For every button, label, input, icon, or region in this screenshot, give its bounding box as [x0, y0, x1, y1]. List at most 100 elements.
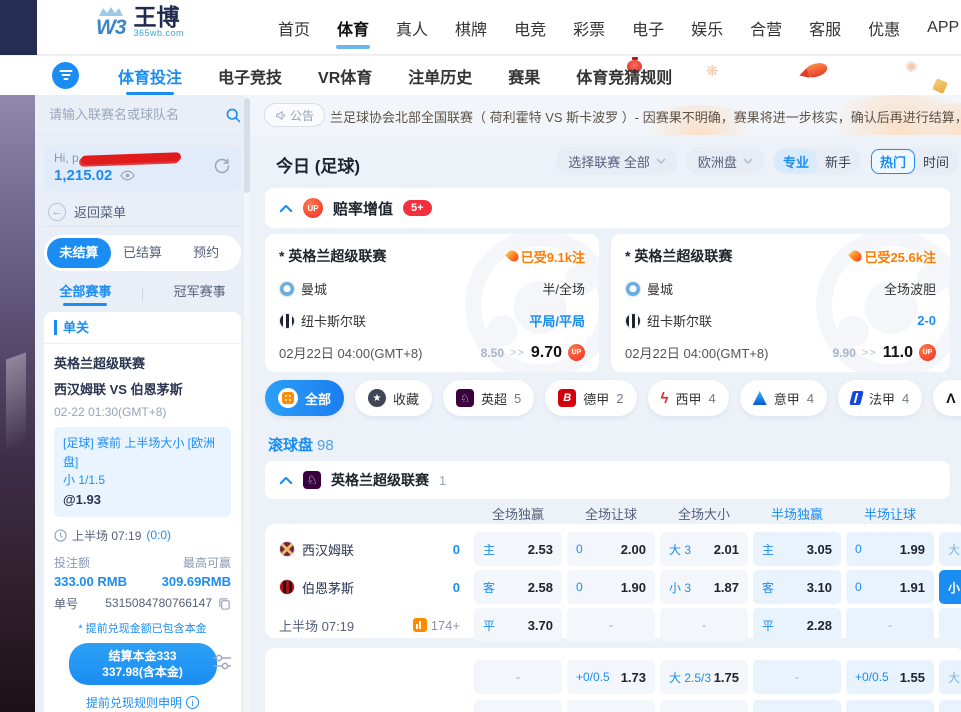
nav-home[interactable]: 首页: [278, 16, 310, 40]
league-pill-laliga[interactable]: ϟ 西甲 4: [648, 380, 729, 416]
nav-sports[interactable]: 体育: [337, 16, 369, 40]
ticket-selection: 小 1/1.5: [63, 471, 222, 490]
eye-icon[interactable]: [120, 170, 135, 181]
tab-settled[interactable]: 已结算: [111, 238, 175, 268]
refresh-icon[interactable]: [213, 157, 231, 175]
odds-cell[interactable]: 小 2.5/32.14: [660, 700, 748, 712]
col-full-handicap: 全场让球: [567, 504, 655, 523]
league-pill-epl[interactable]: ♘ 英超 5: [443, 380, 534, 416]
tab-reserved[interactable]: 预约: [174, 238, 238, 268]
league-pill-favorites[interactable]: ★ 收藏: [355, 380, 432, 416]
odds-cell[interactable]: +0/0.51.73: [567, 660, 655, 694]
betslip-sidebar: Hi, p 1,215.02 ← 返回菜单 未结算 已结算 预约 全部赛事: [35, 95, 250, 712]
odds-cell-selected[interactable]: 小: [939, 570, 961, 604]
odds-cell[interactable]: 客3.10: [753, 570, 841, 604]
boost-card-league: * 英格兰超级联赛: [279, 246, 386, 266]
tab-all-events[interactable]: 全部赛事: [59, 281, 111, 306]
announcement-text[interactable]: 兰足球协会北部全国联赛（ 荷利霍特 VS 斯卡波罗 ）- 因赛果不明确，赛果将进…: [330, 107, 961, 126]
sort-time[interactable]: 时间: [915, 150, 957, 173]
boost-card[interactable]: * 英格兰超级联赛 已受9.1k注 曼城 半/全场 纽卡斯尔联 平局/平局 02…: [265, 234, 599, 372]
league-pill-all[interactable]: 全部: [265, 380, 344, 416]
back-to-menu[interactable]: ← 返回菜单: [44, 197, 241, 227]
tab-unsettled[interactable]: 未结算: [47, 238, 111, 268]
a-league-icon: Λ: [946, 390, 955, 406]
league-select-dropdown[interactable]: 选择联赛 全部: [556, 147, 678, 175]
odds-cell[interactable]: 平3.70: [474, 608, 562, 642]
odds-cell[interactable]: 01.90: [567, 570, 655, 604]
odds-format-dropdown[interactable]: 欧洲盘: [686, 147, 765, 175]
league-pill-seriea[interactable]: 意甲 4: [740, 380, 827, 416]
odds-cell[interactable]: 平2.28: [753, 608, 841, 642]
user-balance-card: Hi, p 1,215.02: [44, 145, 241, 191]
site-logo[interactable]: W3 王博 365wb.com: [96, 5, 184, 39]
tab-champion-events[interactable]: 冠军赛事: [174, 281, 226, 306]
nav-chess[interactable]: 棋牌: [455, 16, 487, 40]
mode-novice[interactable]: 新手: [817, 150, 859, 173]
nav-live-casino[interactable]: 真人: [396, 16, 428, 40]
premier-league-icon: ♘: [303, 471, 321, 489]
league-pill-ligue1[interactable]: 法甲 4: [838, 380, 922, 416]
cashout-button[interactable]: 结算本金333 337.98(含本金): [69, 643, 217, 685]
odds-cell[interactable]: 小 31.87: [660, 570, 748, 604]
serie-a-icon: [753, 391, 767, 405]
odds-cell[interactable]: 主3.05: [753, 532, 841, 566]
stake-label: 投注额: [54, 554, 90, 571]
league-section-header[interactable]: ♘ 英格兰超级联赛 1: [265, 461, 950, 499]
in-play-link[interactable]: 滚球盘98: [268, 434, 334, 455]
mode-pro[interactable]: 专业: [775, 150, 817, 173]
table-row-alt: - -0/0.52.20 小 2.5/32.14 - -0/0.52.53 小: [265, 700, 961, 712]
odds-cell[interactable]: 01.91: [846, 570, 934, 604]
league-pill-aleague[interactable]: Λ 澳甲 2: [933, 380, 961, 416]
sidebar-scrollbar-track: [244, 95, 250, 712]
ticket-time: 02-22 01:30(GMT+8): [54, 405, 231, 419]
nav-slots[interactable]: 电子: [632, 16, 664, 40]
odds-cell[interactable]: 01.99: [846, 532, 934, 566]
odds-cell[interactable]: +0/0.51.55: [846, 660, 934, 694]
nav-app[interactable]: APP: [927, 19, 959, 37]
home-team-name: 西汉姆联: [302, 540, 354, 559]
odds-cell-empty: -: [846, 608, 934, 642]
sort-hot[interactable]: 热门: [871, 149, 915, 174]
nav-promos[interactable]: 优惠: [868, 16, 900, 40]
ticket-league: 英格兰超级联赛: [54, 353, 231, 372]
filter-menu-button[interactable]: [52, 62, 79, 89]
odds-cell[interactable]: 客2.58: [474, 570, 562, 604]
odds-cell[interactable]: 主2.53: [474, 532, 562, 566]
chevron-up-icon[interactable]: [279, 204, 293, 213]
odds-cell[interactable]: 小: [939, 700, 961, 712]
odds-cell[interactable]: -0/0.52.20: [567, 700, 655, 712]
tab-sports-betting[interactable]: 体育投注: [118, 64, 182, 88]
boost-card[interactable]: * 英格兰超级联赛 已受25.6k注 曼城 全场波胆 纽卡斯尔联 2-0 02月…: [611, 234, 950, 372]
away-team-name: 伯恩茅斯: [302, 578, 354, 597]
odds-cell[interactable]: 02.00: [567, 532, 655, 566]
nav-support[interactable]: 客服: [809, 16, 841, 40]
search-input[interactable]: [49, 107, 225, 122]
nav-lottery[interactable]: 彩票: [573, 16, 605, 40]
chevron-down-icon: [743, 158, 753, 164]
copy-icon[interactable]: [218, 597, 231, 610]
tab-esports[interactable]: 电子竞技: [218, 64, 282, 88]
col-full-ou: 全场大小: [660, 504, 748, 523]
market-type: 半/全场: [542, 279, 585, 298]
search-icon[interactable]: [225, 107, 241, 123]
sidebar-scrollbar-thumb[interactable]: [244, 98, 250, 193]
league-pill-bundesliga[interactable]: B 德甲 2: [545, 380, 636, 416]
odds-cell-empty: -: [474, 660, 562, 694]
brand-name: 王博: [134, 5, 185, 29]
odds-cell[interactable]: 大: [939, 660, 961, 694]
chevron-up-icon[interactable]: [279, 476, 293, 485]
nav-esports[interactable]: 电竞: [514, 16, 546, 40]
match-odds-card: 西汉姆联 0 主2.53 02.00 大 32.01 主3.05 01.99 大…: [265, 524, 961, 638]
odds-cell[interactable]: 大: [939, 532, 961, 566]
odds-cell[interactable]: -0/0.52.53: [846, 700, 934, 712]
tab-rules[interactable]: 体育竞猜规则: [576, 64, 672, 88]
nav-affiliate[interactable]: 合营: [750, 16, 782, 40]
tab-results[interactable]: 赛果: [508, 64, 540, 88]
odds-cell[interactable]: 大 32.01: [660, 532, 748, 566]
tab-vr-sports[interactable]: VR体育: [318, 64, 372, 88]
cashout-settings-icon[interactable]: [211, 651, 233, 673]
odds-cell[interactable]: 大 2.5/31.75: [660, 660, 748, 694]
nav-entertainment[interactable]: 娱乐: [691, 16, 723, 40]
tab-bet-history[interactable]: 注单历史: [408, 64, 472, 88]
cashout-rules-link[interactable]: 提前兑现规则申明 i: [54, 694, 231, 711]
